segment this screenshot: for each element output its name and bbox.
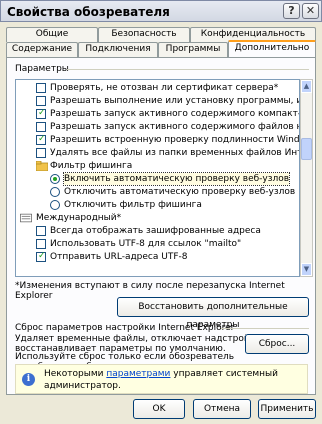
setting-row[interactable]: Включить автоматическую проверку веб-узл… (16, 172, 299, 186)
settings-tree[interactable]: Проверять, не отозван ли сертификат серв… (15, 79, 300, 277)
setting-row[interactable]: Отключить автоматическую проверку веб-уз… (16, 186, 299, 199)
setting-radio[interactable] (50, 174, 60, 184)
setting-checkbox[interactable] (36, 83, 46, 93)
info-prefix: Некоторыми (44, 369, 104, 379)
tab-general[interactable]: Общие (6, 27, 98, 42)
setting-row[interactable]: Отключить фильтр фишинга (16, 199, 299, 212)
setting-checkbox[interactable] (36, 239, 46, 249)
settings-group-label: Параметры (15, 64, 69, 74)
section-icon (20, 213, 32, 223)
parameters-link[interactable]: параметрами (106, 369, 170, 379)
scroll-up-arrow-icon[interactable]: ▲ (301, 80, 312, 93)
setting-checkbox[interactable] (36, 107, 46, 119)
close-button[interactable]: ✕ (302, 3, 319, 19)
tab-connections[interactable]: Подключения (78, 42, 158, 57)
setting-row[interactable]: Использовать UTF-8 для ссылок "mailto" (16, 238, 299, 251)
setting-label: Использовать UTF-8 для ссылок "mailto" (50, 239, 242, 249)
setting-row[interactable]: Удалять все файлы из папки временных фай… (16, 147, 299, 160)
setting-checkbox[interactable] (36, 250, 46, 262)
setting-checkbox[interactable] (36, 226, 46, 236)
setting-label: Разрешать запуск активного содержимого к… (50, 109, 300, 119)
setting-label: Включить автоматическую проверку веб-узл… (62, 172, 291, 186)
setting-checkbox[interactable] (36, 133, 46, 145)
setting-row[interactable]: Разрешить встроенную проверку подлинност… (16, 133, 300, 147)
restore-advanced-button[interactable]: Восстановить дополнительные параметры (117, 297, 309, 330)
reset-button[interactable]: Сброс... (245, 334, 309, 354)
setting-label: Отключить автоматическую проверку веб-уз… (64, 187, 296, 197)
setting-label: Всегда отображать зашифрованные адреса (50, 226, 261, 236)
setting-group-international: Международный* (16, 212, 299, 225)
help-icon: ? (288, 4, 295, 17)
close-icon: ✕ (305, 4, 316, 17)
folder-icon (36, 161, 48, 171)
setting-label: Проверять, не отозван ли сертификат серв… (50, 83, 279, 93)
help-button[interactable]: ? (283, 3, 300, 19)
apply-button[interactable]: Применить (258, 399, 316, 419)
scroll-thumb[interactable] (301, 138, 312, 160)
setting-row[interactable]: Отправить URL-адреса UTF-8 (16, 250, 299, 264)
settings-group-line (67, 69, 309, 70)
tab-programs[interactable]: Программы (158, 42, 228, 57)
setting-label: Разрешить встроенную проверку подлинност… (50, 135, 300, 145)
setting-checkbox[interactable] (36, 148, 46, 158)
setting-group-label: Международный* (36, 213, 122, 223)
reset-group-label: Сброс параметров настройки Internet Expl… (15, 323, 235, 333)
setting-group-label: Фильтр фишинга (50, 161, 133, 171)
setting-label: Разрешать выполнение или установку прогр… (50, 96, 300, 106)
setting-checkbox[interactable] (36, 122, 46, 132)
setting-row[interactable]: Всегда отображать зашифрованные адреса (16, 225, 299, 238)
tab-advanced[interactable]: Дополнительно (228, 40, 316, 57)
setting-row[interactable]: Разрешать выполнение или установку прогр… (16, 95, 299, 108)
settings-scrollbar[interactable]: ▲ ▼ (300, 79, 313, 277)
info-icon: i (22, 373, 35, 386)
tab-content[interactable]: Содержание (6, 42, 78, 57)
cancel-button[interactable]: Отмена (193, 399, 251, 419)
advanced-panel: Параметры Проверять, не отозван ли серти… (6, 57, 316, 395)
admin-info-box: i Некоторыми параметрами управляет систе… (15, 364, 308, 394)
setting-radio[interactable] (50, 200, 60, 210)
title-bar: Свойства обозревателя ? ✕ (0, 0, 322, 22)
admin-info-text: Некоторыми параметрами управляет системн… (44, 368, 304, 392)
admin-info-line2: администратор. (44, 381, 121, 391)
window-title: Свойства обозревателя (7, 5, 170, 19)
setting-label: Отключить фильтр фишинга (64, 200, 202, 210)
tab-security[interactable]: Безопасность (98, 27, 190, 42)
setting-radio[interactable] (50, 187, 60, 197)
setting-label: Разрешать запуск активного содержимого ф… (50, 122, 300, 132)
setting-checkbox[interactable] (36, 96, 46, 106)
ok-button[interactable]: OK (133, 399, 185, 419)
setting-row[interactable]: Проверять, не отозван ли сертификат серв… (16, 82, 299, 95)
scroll-down-arrow-icon[interactable]: ▼ (301, 263, 312, 276)
setting-label: Удалять все файлы из папки временных фай… (50, 148, 300, 158)
info-suffix: управляет системный (173, 369, 279, 379)
reset-description-1: Удаляет временные файлы, отключает надст… (15, 334, 264, 344)
setting-row[interactable]: Разрешать запуск активного содержимого к… (16, 107, 300, 121)
reset-group-line (221, 328, 309, 329)
setting-label: Отправить URL-адреса UTF-8 (50, 252, 188, 262)
setting-row[interactable]: Разрешать запуск активного содержимого ф… (16, 121, 299, 134)
setting-group-phishing: Фильтр фишинга (16, 160, 299, 173)
